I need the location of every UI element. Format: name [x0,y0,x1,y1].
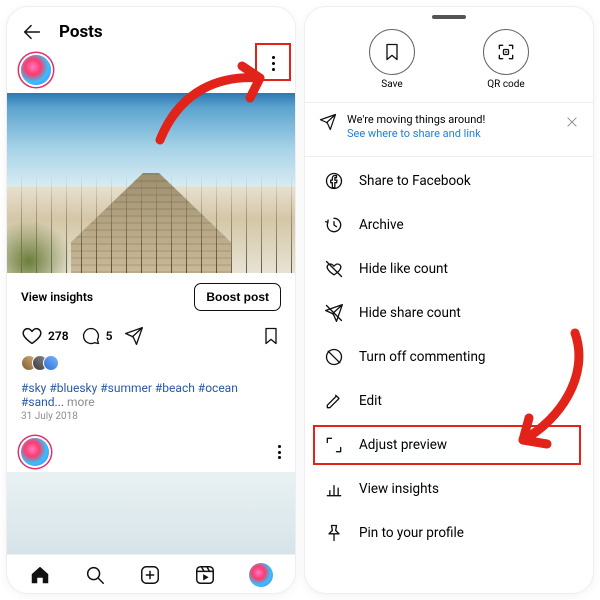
menu-share-facebook[interactable]: Share to Facebook [305,159,593,203]
bookmark-icon[interactable] [261,326,281,346]
bottom-nav [7,554,295,593]
pin-icon [323,522,345,544]
comment-count: 5 [106,329,113,343]
avatar[interactable] [21,55,51,85]
close-icon[interactable] [565,115,579,129]
info-banner: We're moving things around! See where to… [305,103,593,152]
qr-action[interactable]: QR code [483,29,529,90]
menu-view-insights[interactable]: View insights [305,467,593,511]
menu-turn-off-commenting[interactable]: Turn off commenting [305,335,593,379]
insights-row: View insights Boost post [7,273,295,321]
sheet-top-actions: Save QR code [305,25,593,98]
hide-like-icon [323,258,345,280]
facebook-icon [323,170,345,192]
home-icon[interactable] [29,564,51,586]
archive-icon [323,214,345,236]
insights-icon [323,478,345,500]
search-icon[interactable] [84,564,106,586]
posts-header: Posts [7,7,295,51]
page-title: Posts [59,22,103,42]
profile-tab-avatar[interactable] [249,563,273,587]
menu-archive[interactable]: Archive [305,203,593,247]
sheet-handle[interactable] [432,15,466,19]
options-menu: Share to Facebook Archive Hide like coun… [305,157,593,557]
post-caption[interactable]: #sky #bluesky #summer #beach #ocean #san… [7,375,295,409]
caption-more[interactable]: more [64,395,95,409]
save-action[interactable]: Save [369,29,415,90]
post-actions: 278 5 [7,321,295,351]
boost-post-button[interactable]: Boost post [194,283,281,311]
menu-pin-to-profile[interactable]: Pin to your profile [305,511,593,555]
post-header [7,51,295,93]
post-image[interactable] [7,93,295,273]
menu-hide-like-count[interactable]: Hide like count [305,247,593,291]
back-icon[interactable] [21,21,43,43]
comment-icon[interactable] [81,326,101,346]
save-icon[interactable] [369,29,415,75]
post-options-button[interactable] [278,445,281,459]
menu-adjust-preview[interactable]: Adjust preview [305,423,593,467]
banner-link[interactable]: See where to share and link [347,127,485,141]
hide-share-icon [323,302,345,324]
options-sheet: Save QR code We're moving things arou [304,6,594,594]
post-options-button[interactable] [258,48,288,78]
qr-icon[interactable] [483,29,529,75]
share-icon[interactable] [124,326,144,346]
posts-screen: Posts View insights Boost post 278 [6,6,296,594]
like-count: 278 [48,329,69,343]
create-icon[interactable] [139,564,161,586]
next-post-image[interactable] [7,472,295,554]
liked-by-avatars[interactable] [7,351,295,375]
reels-icon[interactable] [194,564,216,586]
menu-edit[interactable]: Edit [305,379,593,423]
post-date: 31 July 2018 [7,409,295,432]
adjust-preview-icon [323,434,345,456]
banner-title: We're moving things around! [347,113,485,127]
send-icon [319,113,337,131]
next-post-header [7,432,295,472]
view-insights-link[interactable]: View insights [21,290,93,304]
avatar[interactable] [21,438,49,466]
edit-icon [323,390,345,412]
comment-off-icon [323,346,345,368]
hashtags[interactable]: #sky #bluesky #summer #beach #ocean #san… [21,381,238,409]
menu-hide-share-count[interactable]: Hide share count [305,291,593,335]
heart-icon[interactable] [21,325,43,347]
